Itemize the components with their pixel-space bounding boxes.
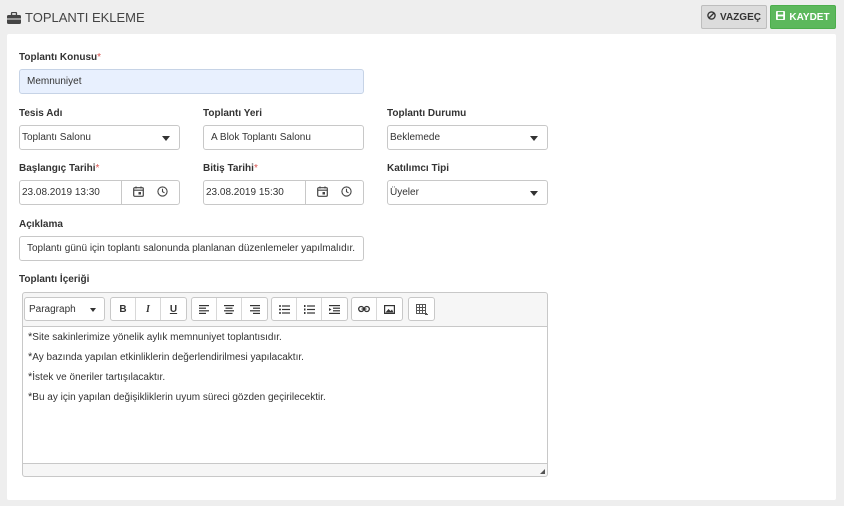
- bullet-list-icon: [278, 304, 290, 314]
- chevron-down-icon: [530, 136, 538, 141]
- status-select[interactable]: Beklemede: [387, 125, 548, 150]
- participant-type-label: Katılımcı Tipi: [387, 163, 450, 174]
- facility-select-value: Toplantı Salonu: [22, 132, 91, 143]
- editor-content[interactable]: *Site sakinlerimize yönelik aylık memnun…: [23, 326, 547, 464]
- cancel-button[interactable]: VAZGEÇ: [701, 5, 767, 29]
- align-group: [191, 297, 268, 321]
- subject-label: Toplantı Konusu*: [19, 52, 101, 63]
- chevron-down-icon: [530, 191, 538, 196]
- format-select[interactable]: Paragraph: [24, 297, 105, 321]
- calendar-icon[interactable]: [132, 186, 144, 200]
- editor-toolbar: Paragraph B I U: [23, 293, 547, 326]
- subject-label-text: Toplantı Konusu: [19, 52, 98, 63]
- italic-button[interactable]: I: [136, 298, 161, 320]
- start-date-label: Başlangıç Tarihi*: [19, 163, 99, 174]
- chevron-down-icon: [90, 308, 96, 312]
- required-mark: *: [253, 163, 258, 174]
- clock-icon[interactable]: [157, 185, 168, 200]
- floppy-disk-icon: [776, 11, 786, 23]
- start-date-pickers: [121, 181, 179, 204]
- required-mark: *: [95, 163, 100, 174]
- location-input-value: A Blok Toplantı Salonu: [211, 132, 311, 143]
- table-button[interactable]: [409, 298, 434, 320]
- cancel-button-label: VAZGEÇ: [720, 11, 761, 23]
- bullet-list-button[interactable]: [272, 298, 297, 320]
- required-mark: *: [97, 52, 102, 63]
- content-line-text: Bu ay için yapılan değişikliklerin uyum …: [32, 392, 326, 403]
- save-button-label: KAYDET: [789, 11, 830, 23]
- end-date-input[interactable]: 23.08.2019 15:30: [203, 180, 364, 205]
- participant-type-select[interactable]: Üyeler: [387, 180, 548, 205]
- indent-button[interactable]: [322, 298, 347, 320]
- page-title: TOPLANTI EKLEME: [7, 10, 145, 25]
- location-label: Toplantı Yeri: [203, 108, 263, 119]
- save-button[interactable]: KAYDET: [770, 5, 836, 29]
- facility-select[interactable]: Toplantı Salonu: [19, 125, 180, 150]
- start-date-label-text: Başlangıç Tarihi: [19, 163, 96, 174]
- description-input-value: Toplantı günü için toplantı salonunda pl…: [27, 243, 355, 254]
- indent-icon: [329, 304, 340, 314]
- start-date-value: 23.08.2019 13:30: [22, 187, 100, 198]
- meeting-form-card: Toplantı Konusu* Memnuniyet Tesis Adı To…: [7, 34, 836, 500]
- image-button[interactable]: [377, 298, 402, 320]
- content-line: *Site sakinlerimize yönelik aylık memnun…: [28, 329, 542, 349]
- align-left-button[interactable]: [192, 298, 217, 320]
- link-icon: [358, 305, 370, 313]
- end-date-value: 23.08.2019 15:30: [206, 187, 284, 198]
- content-line: *Ay bazında yapılan etkinliklerin değerl…: [28, 349, 542, 369]
- subject-input-value: Memnuniyet: [27, 76, 82, 87]
- align-right-icon: [249, 304, 260, 314]
- table-group: [408, 297, 435, 321]
- image-icon: [384, 304, 395, 314]
- subject-input[interactable]: Memnuniyet: [19, 69, 364, 94]
- chevron-down-icon: [162, 136, 170, 141]
- link-button[interactable]: [352, 298, 377, 320]
- participant-type-value: Üyeler: [390, 187, 419, 198]
- page-header: TOPLANTI EKLEME VAZGEÇ KAYDET: [0, 0, 844, 34]
- status-label: Toplantı Durumu: [387, 108, 467, 119]
- bold-button[interactable]: B: [111, 298, 136, 320]
- align-center-button[interactable]: [217, 298, 242, 320]
- calendar-icon[interactable]: [316, 186, 328, 200]
- insert-group: [351, 297, 403, 321]
- align-left-icon: [199, 304, 209, 314]
- content-line: *Bu ay için yapılan değişikliklerin uyum…: [28, 389, 542, 409]
- list-group: [271, 297, 348, 321]
- table-icon: [415, 303, 428, 315]
- align-right-button[interactable]: [242, 298, 267, 320]
- resize-handle[interactable]: [540, 469, 545, 474]
- start-date-input[interactable]: 23.08.2019 13:30: [19, 180, 180, 205]
- content-line: *İstek ve öneriler tartışılacaktır.: [28, 369, 542, 389]
- ban-icon: [707, 11, 716, 23]
- content-line-text: Site sakinlerimize yönelik aylık memnuni…: [32, 332, 282, 343]
- clock-icon[interactable]: [341, 185, 352, 200]
- description-label: Açıklama: [19, 219, 63, 230]
- content-line-text: İstek ve öneriler tartışılacaktır.: [32, 372, 166, 383]
- numbered-list-icon: [303, 304, 315, 314]
- underline-button[interactable]: U: [161, 298, 186, 320]
- align-center-icon: [224, 304, 234, 314]
- numbered-list-button[interactable]: [297, 298, 322, 320]
- end-date-label: Bitiş Tarihi*: [203, 163, 258, 174]
- end-date-label-text: Bitiş Tarihi: [203, 163, 254, 174]
- location-input[interactable]: A Blok Toplantı Salonu: [203, 125, 364, 150]
- format-select-value: Paragraph: [29, 303, 76, 315]
- page-title-text: TOPLANTI EKLEME: [25, 10, 145, 25]
- facility-label: Tesis Adı: [19, 108, 63, 119]
- briefcase-icon: [7, 11, 21, 24]
- content-label: Toplantı İçeriği: [19, 274, 90, 285]
- description-input[interactable]: Toplantı günü için toplantı salonunda pl…: [19, 236, 364, 261]
- rich-text-editor: Paragraph B I U *Site sakinlerimize yöne…: [22, 292, 548, 477]
- text-style-group: B I U: [110, 297, 187, 321]
- status-select-value: Beklemede: [390, 132, 441, 143]
- content-line-text: Ay bazında yapılan etkinliklerin değerle…: [32, 352, 304, 363]
- end-date-pickers: [305, 181, 363, 204]
